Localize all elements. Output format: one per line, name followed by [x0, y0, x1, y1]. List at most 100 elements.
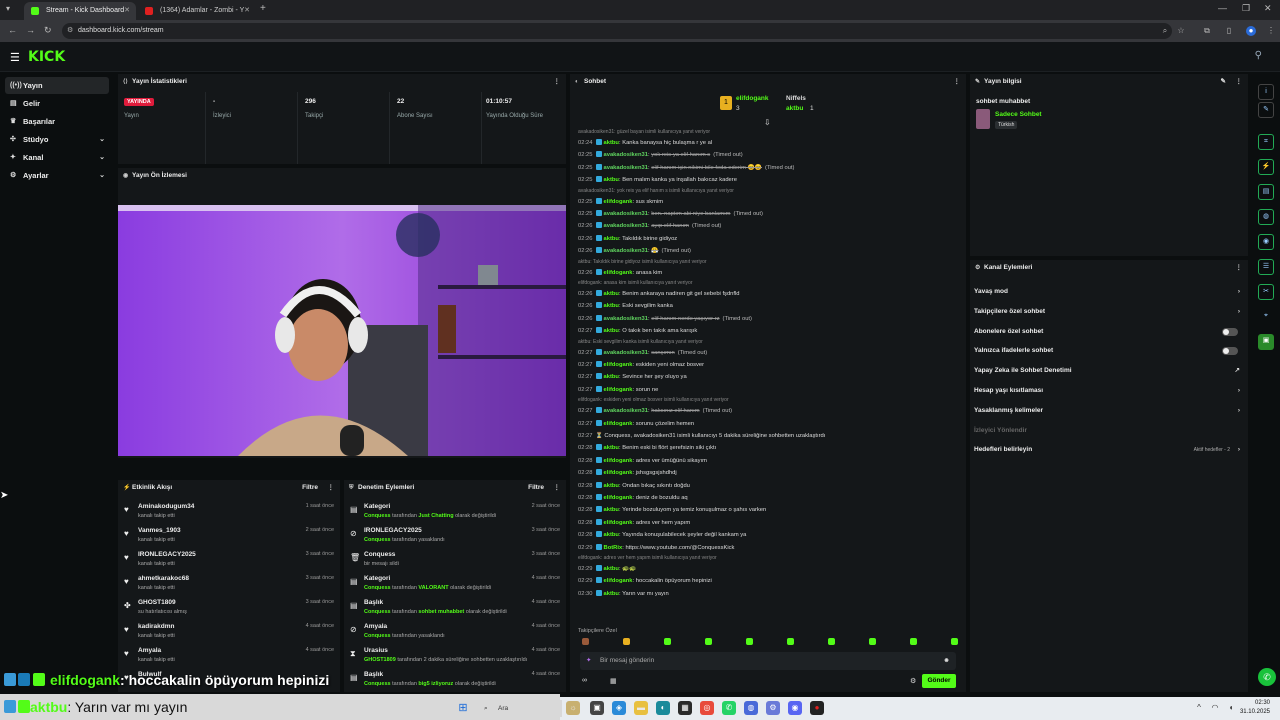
url-input[interactable]: ⚙ dashboard.kick.com/stream [62, 23, 1172, 39]
emote-icon[interactable] [582, 638, 589, 645]
chat-message[interactable]: 02:25 avakadosiken31: yok reis ya elif ha… [578, 149, 958, 161]
chat-username[interactable]: aktbu [604, 374, 619, 380]
event-username[interactable]: ahmetkarakoc68 [138, 575, 189, 582]
event-row[interactable]: ♥ Vanmes_1903 kanalı takip etti 2 saat önce [118, 524, 340, 548]
task-view-icon[interactable]: ▣ [590, 701, 604, 715]
kick-menu-icon[interactable]: ⚲ [1255, 50, 1262, 61]
toggle-switch[interactable] [1222, 327, 1238, 336]
channel-action-row[interactable]: Yapay Zeka ile Sohbet Denetimi ↗ [970, 361, 1248, 381]
chat-username[interactable]: elifdogank [604, 520, 633, 526]
stream-video[interactable] [118, 205, 566, 456]
chat-username[interactable]: elifdogank [604, 421, 633, 427]
leaderboard-user[interactable]: elifdogank [736, 95, 769, 102]
list-icon[interactable]: ☰ [1258, 259, 1274, 275]
chat-username[interactable]: elifdogank [604, 458, 633, 464]
chat-message[interactable]: 02:27 elifdogank: sorun ne [578, 384, 958, 396]
mod-action-actor[interactable]: Conquess [364, 609, 391, 615]
chat-message[interactable]: 02:27 elifdogank: sorunu çözelim hemen [578, 418, 958, 430]
chat-username[interactable]: aktbu [604, 532, 619, 538]
chat-username[interactable]: aktbu [604, 328, 619, 334]
close-icon[interactable]: ✕ [124, 2, 130, 20]
emote-icon[interactable] [705, 638, 712, 645]
obs-icon[interactable]: ● [810, 701, 824, 715]
chat-message[interactable]: 02:25 avakadosiken31: elif hanım için nik… [578, 162, 958, 174]
event-row[interactable]: ♥ Amyala kanalı takip etti 4 saat önce [118, 644, 340, 668]
wrench-icon[interactable]: ✂ [1258, 284, 1274, 300]
emote-icon[interactable] [910, 638, 917, 645]
chat-username[interactable]: aktbu [604, 303, 619, 309]
sidebar-item-yayin[interactable]: ((•)) Yayın [5, 77, 109, 94]
support-chat-icon[interactable]: ✆ [1258, 668, 1276, 686]
channel-action-row[interactable]: Yavaş mod › [970, 282, 1248, 302]
browser-icon[interactable]: ◍ [744, 701, 758, 715]
chat-message[interactable]: 02:26 avakadosiken31: ayıp elif hanım (Tim… [578, 220, 958, 232]
chat-username[interactable]: elifdogank [604, 495, 633, 501]
sidebar-item-ayarlar[interactable]: ⚙ Ayarlar ⌄ [5, 167, 109, 184]
chat-username[interactable]: avakadosiken31 [604, 408, 648, 414]
toggle-switch[interactable] [1222, 347, 1238, 356]
edge-icon[interactable]: ◐ [656, 701, 670, 715]
chat-username[interactable]: aktbu [604, 507, 619, 513]
emote-icon[interactable] [787, 638, 794, 645]
hamburger-menu-icon[interactable]: ☰ [10, 51, 20, 64]
chat-username[interactable]: aktbu [604, 445, 619, 451]
channel-action-row[interactable]: Abonelere özel sohbet [970, 322, 1248, 342]
smile-icon[interactable]: ☻ [943, 652, 950, 670]
more-options-icon[interactable]: ⋮ [328, 480, 335, 496]
event-row[interactable]: ♥ Aminakodugum34 kanalı takip etti 1 saat ö… [118, 500, 340, 524]
window-close-icon[interactable]: ✕ [1264, 3, 1272, 14]
chat-message[interactable]: 02:29 aktbu: 🐢🐢 [578, 563, 958, 575]
info-icon[interactable]: i [1258, 84, 1274, 100]
minimize-icon[interactable]: — [1218, 3, 1227, 13]
event-username[interactable]: GHOST1809 [138, 599, 176, 606]
chat-message[interactable]: 02:28 elifdogank: adres ver ümüğünü sikay… [578, 455, 958, 467]
chat-message[interactable]: 02:27 avakadosiken31: haksınız elif hanım… [578, 405, 958, 417]
new-tab-icon[interactable]: + [260, 3, 266, 14]
mod-action-actor[interactable]: Conquess [364, 513, 391, 519]
filter-button[interactable]: Filtre [302, 480, 318, 496]
chat-username[interactable]: aktbu [604, 140, 619, 146]
chat-bubble-icon[interactable]: ◍ [1258, 209, 1274, 225]
event-row[interactable]: ♥ kadirakdmn kanalı takip etti 4 saat önce [118, 620, 340, 644]
chat-message[interactable]: 02:26 avakadosiken31: 😤 (Timed out) [578, 245, 958, 257]
mod-action-row[interactable]: ⧗ Urasius GHOST1809 tarafından 2 dakika sü… [344, 644, 566, 668]
profile-avatar-icon[interactable]: ● [1246, 26, 1256, 36]
mod-action-row[interactable]: ⊘ Amyala Conquess tarafından yasaklandı 4 s… [344, 620, 566, 644]
emote-icon[interactable] [664, 638, 671, 645]
chat-message[interactable]: 02:28 aktbu: Benim eski bi flört şerefsiz… [578, 442, 958, 454]
mod-action-actor[interactable]: Conquess [364, 537, 391, 543]
sidebar-item-kanal[interactable]: ✦ Kanal ⌄ [5, 149, 109, 166]
chat-username[interactable]: aktbu [604, 291, 619, 297]
event-username[interactable]: kadirakdmn [138, 623, 175, 630]
more-options-icon[interactable]: ⋮ [554, 480, 561, 496]
event-username[interactable]: Aminakodugum34 [138, 503, 194, 510]
event-username[interactable]: Vanmes_1903 [138, 527, 181, 534]
settings-icon[interactable]: ⚙ [766, 701, 780, 715]
chat-message[interactable]: 02:30 aktbu: Yarın var mı yayın [578, 588, 958, 600]
chat-message[interactable]: 02:26 aktbu: Eski sevgilim kanka [578, 300, 958, 312]
lightning-icon[interactable]: ⚡ [1258, 159, 1274, 175]
event-row[interactable]: ♥ ahmetkarakoc68 kanalı takip etti 3 saat ö… [118, 572, 340, 596]
edit-stream-info-icon[interactable]: ✎ [1221, 74, 1226, 90]
broadcast-icon[interactable]: ◉ [1258, 234, 1274, 250]
link-icon[interactable]: ∞ [582, 677, 587, 684]
sidebar-item-studyo[interactable]: ✣ Stüdyo ⌄ [5, 131, 109, 148]
chat-username[interactable]: elifdogank [604, 470, 633, 476]
event-username[interactable]: IRONLEGACY2025 [138, 551, 196, 558]
filter-button[interactable]: Filtre [528, 480, 544, 496]
windows-start-icon[interactable]: ⊞ [456, 701, 470, 715]
mod-action-row[interactable]: 🗑 Conquess bir mesajı sildi 3 saat önce [344, 548, 566, 572]
widgets-icon[interactable]: ☼ [566, 701, 580, 715]
chat-username[interactable]: avakadosiken31 [604, 211, 648, 217]
mod-action-actor[interactable]: Conquess [364, 633, 391, 639]
chat-message[interactable]: 02:28 elifdogank: jshsgsgsjshdhdj [578, 467, 958, 479]
whatsapp-icon[interactable]: ✆ [722, 701, 736, 715]
emote-icon[interactable] [746, 638, 753, 645]
chat-message[interactable]: 02:25 elifdogank: sus skmim [578, 196, 958, 208]
close-icon[interactable]: ✕ [244, 2, 250, 20]
chat-username[interactable]: elifdogank [604, 362, 633, 368]
event-row[interactable]: ♥ IRONLEGACY2025 kanalı takip etti 3 saat ö… [118, 548, 340, 572]
chat-message[interactable]: 02:27 aktbu: Sevince her şey oluyo ya [578, 371, 958, 383]
chat-message[interactable]: 02:27 elifdogank: eskiden yeni olmaz bosv… [578, 359, 958, 371]
chat-username[interactable]: aktbu [604, 177, 619, 183]
